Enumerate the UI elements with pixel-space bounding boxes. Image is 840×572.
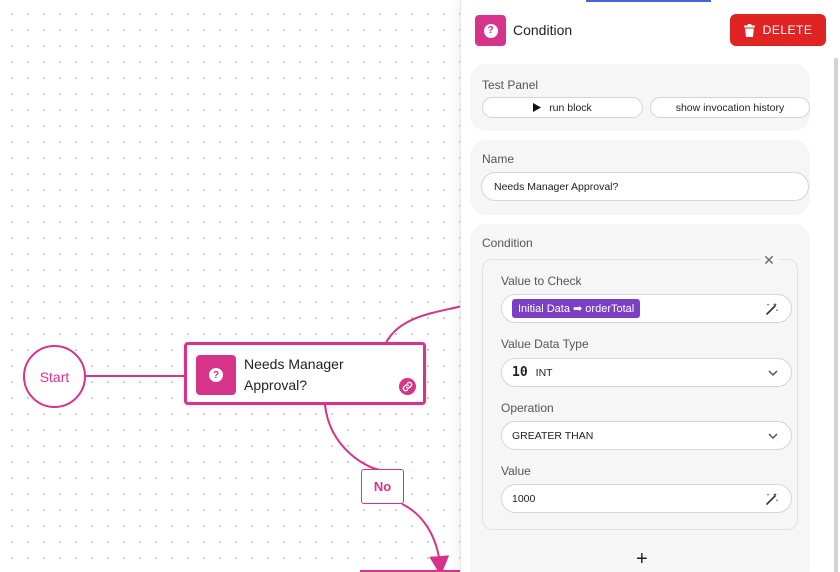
panel-top-indicator <box>586 0 711 2</box>
close-icon[interactable]: ✕ <box>759 251 779 269</box>
name-input-value: Needs Manager Approval? <box>494 180 619 193</box>
edge-label-no[interactable]: No <box>361 469 404 504</box>
start-node[interactable]: Start <box>23 345 86 408</box>
name-label: Name <box>482 152 515 166</box>
plus-icon: + <box>636 548 648 570</box>
panel-header: ? Condition DELETE <box>475 14 827 46</box>
question-icon: ? <box>483 23 498 38</box>
condition-section: Condition ✕ Value to Check Initial Data … <box>470 224 810 572</box>
flow-canvas[interactable]: Start ? Needs Manager Approval? No <box>0 0 463 572</box>
value-input[interactable]: 1000 <box>501 484 792 513</box>
link-icon[interactable] <box>399 378 416 395</box>
value-to-check-tag[interactable]: Initial Data ➡ orderTotal <box>512 299 641 318</box>
edge-no-to-next <box>401 503 450 572</box>
condition-header-icon: ? <box>475 15 506 46</box>
condition-block-icon: ? <box>196 355 236 395</box>
run-block-label: run block <box>549 101 592 114</box>
edge-condition-yes <box>385 305 463 344</box>
condition-label: Condition <box>482 236 533 250</box>
condition-block-node[interactable]: ? Needs Manager Approval? <box>184 342 426 405</box>
magic-wand-icon[interactable] <box>765 492 779 506</box>
trash-icon <box>743 23 755 37</box>
delete-button-label: DELETE <box>762 23 813 37</box>
value-data-type-select[interactable]: 10 INT <box>501 358 792 387</box>
panel-scrollbar[interactable] <box>834 58 838 572</box>
edge-label-text: No <box>373 479 392 494</box>
name-input[interactable]: Needs Manager Approval? <box>481 172 809 201</box>
run-block-button[interactable]: run block <box>482 97 643 118</box>
chevron-down-icon <box>768 433 778 440</box>
value-label: Value <box>501 464 531 478</box>
magic-wand-icon[interactable] <box>765 302 779 316</box>
test-panel-section: Test Panel run block show invocation his… <box>470 64 810 131</box>
chevron-down-icon <box>768 370 778 377</box>
delete-button[interactable]: DELETE <box>730 14 826 46</box>
value-input-value: 1000 <box>512 492 536 505</box>
condition-item: ✕ Value to Check Initial Data ➡ orderTot… <box>482 251 798 530</box>
add-condition-button[interactable]: + <box>636 548 648 571</box>
block-settings-panel: ? Condition DELETE Test Panel run block … <box>460 0 840 572</box>
show-invocation-history-button[interactable]: show invocation history <box>650 97 810 118</box>
start-node-label: Start <box>39 368 70 385</box>
show-invocation-history-label: show invocation history <box>675 101 785 114</box>
operation-select[interactable]: GREATER THAN <box>501 421 792 450</box>
question-icon: ? <box>209 368 223 382</box>
operation-value: GREATER THAN <box>512 429 594 442</box>
value-to-check-label: Value to Check <box>501 274 582 288</box>
test-panel-label: Test Panel <box>482 78 539 92</box>
block-node-title: Needs Manager Approval? <box>244 356 344 393</box>
play-icon <box>533 103 542 112</box>
value-to-check-field[interactable]: Initial Data ➡ orderTotal <box>501 294 792 323</box>
panel-title: Condition <box>513 22 573 38</box>
value-data-type-value: INT <box>535 366 553 379</box>
int-type-icon: 10 <box>512 365 528 380</box>
name-section: Name Needs Manager Approval? <box>470 140 810 215</box>
value-data-type-label: Value Data Type <box>501 337 589 351</box>
operation-label: Operation <box>501 401 554 415</box>
edge-condition-no <box>324 404 383 471</box>
